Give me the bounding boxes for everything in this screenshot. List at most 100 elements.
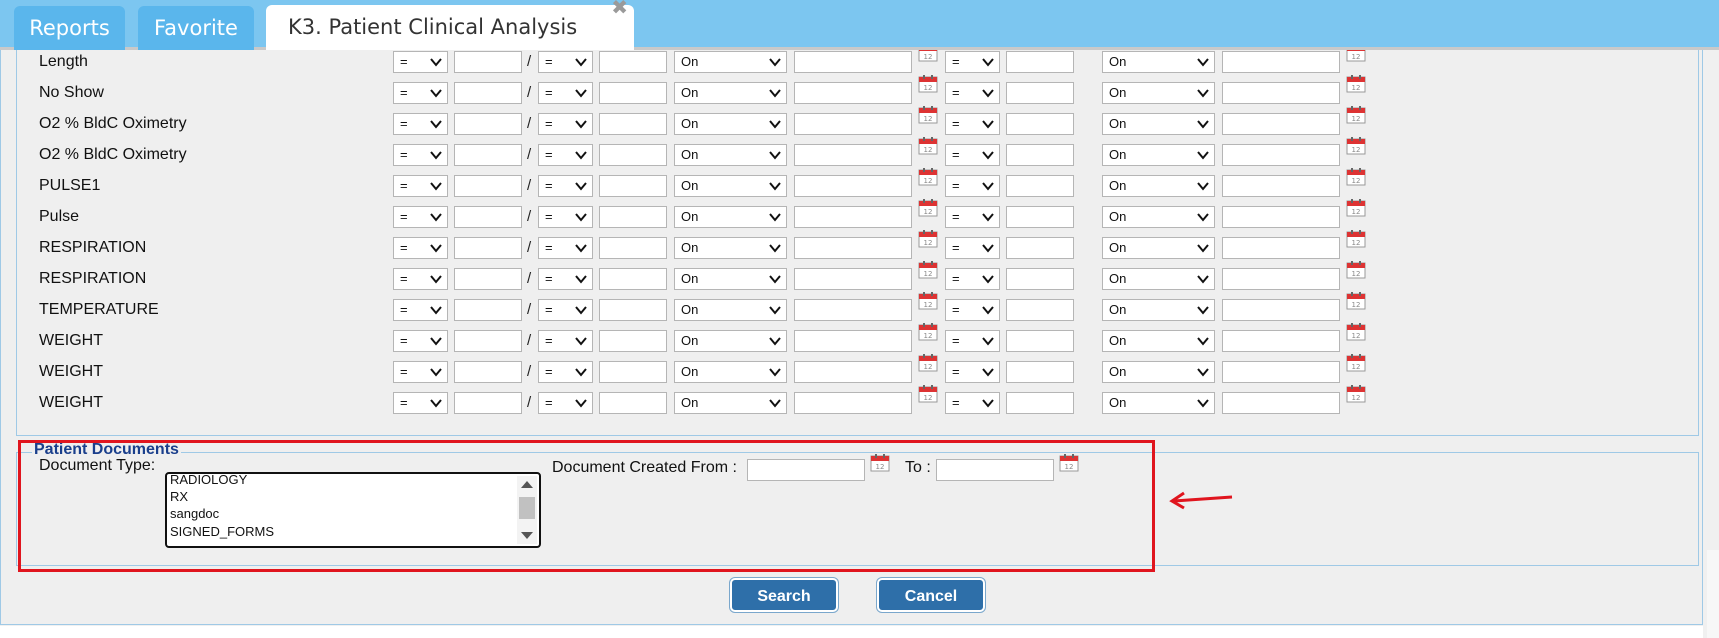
third-value-input[interactable] [1006, 361, 1074, 383]
third-operator-select[interactable]: = [945, 113, 1000, 135]
calendar-icon[interactable]: 12 [1346, 50, 1366, 62]
value-input[interactable] [454, 144, 522, 166]
third-value-input[interactable] [1006, 82, 1074, 104]
third-value-input[interactable] [1006, 237, 1074, 259]
date-input[interactable] [794, 361, 912, 383]
calendar-icon[interactable]: 12 [918, 385, 938, 403]
second-operator-select[interactable]: = [538, 237, 593, 259]
third-operator-select[interactable]: = [945, 361, 1000, 383]
third-operator-select[interactable]: = [945, 206, 1000, 228]
date-input[interactable] [794, 299, 912, 321]
third-value-input[interactable] [1006, 268, 1074, 290]
second-operator-select[interactable]: = [538, 175, 593, 197]
search-button[interactable]: Search [730, 578, 838, 612]
second-value-input[interactable] [599, 299, 667, 321]
third-operator-select[interactable]: = [945, 51, 1000, 73]
value-input[interactable] [454, 206, 522, 228]
second-date-input[interactable] [1222, 237, 1340, 259]
third-value-input[interactable] [1006, 392, 1074, 414]
date-input[interactable] [794, 330, 912, 352]
second-date-input[interactable] [1222, 330, 1340, 352]
second-date-mode-select[interactable]: On [1102, 268, 1215, 290]
second-date-input[interactable] [1222, 113, 1340, 135]
value-operator-select[interactable]: = [393, 175, 448, 197]
third-value-input[interactable] [1006, 113, 1074, 135]
second-date-mode-select[interactable]: On [1102, 175, 1215, 197]
value-operator-select[interactable]: = [393, 330, 448, 352]
calendar-icon[interactable]: 12 [1346, 75, 1366, 93]
value-operator-select[interactable]: = [393, 268, 448, 290]
date-mode-select[interactable]: On [674, 361, 787, 383]
calendar-icon[interactable]: 12 [1346, 199, 1366, 217]
second-operator-select[interactable]: = [538, 51, 593, 73]
date-input[interactable] [794, 113, 912, 135]
third-value-input[interactable] [1006, 299, 1074, 321]
second-date-input[interactable] [1222, 144, 1340, 166]
second-operator-select[interactable]: = [538, 361, 593, 383]
date-mode-select[interactable]: On [674, 175, 787, 197]
tab-favorite[interactable]: Favorite [138, 6, 254, 50]
date-input[interactable] [794, 82, 912, 104]
calendar-icon[interactable]: 12 [918, 292, 938, 310]
date-mode-select[interactable]: On [674, 82, 787, 104]
date-mode-select[interactable]: On [674, 299, 787, 321]
date-mode-select[interactable]: On [674, 268, 787, 290]
second-date-input[interactable] [1222, 268, 1340, 290]
second-date-mode-select[interactable]: On [1102, 82, 1215, 104]
date-input[interactable] [794, 51, 912, 73]
second-value-input[interactable] [599, 113, 667, 135]
value-input[interactable] [454, 82, 522, 104]
value-operator-select[interactable]: = [393, 392, 448, 414]
calendar-icon[interactable]: 12 [1346, 261, 1366, 279]
second-date-input[interactable] [1222, 206, 1340, 228]
calendar-icon[interactable]: 12 [918, 199, 938, 217]
calendar-icon[interactable]: 12 [1346, 168, 1366, 186]
calendar-icon[interactable]: 12 [1346, 292, 1366, 310]
date-mode-select[interactable]: On [674, 392, 787, 414]
second-date-input[interactable] [1222, 51, 1340, 73]
value-input[interactable] [454, 113, 522, 135]
value-input[interactable] [454, 175, 522, 197]
second-value-input[interactable] [599, 144, 667, 166]
value-input[interactable] [454, 299, 522, 321]
third-value-input[interactable] [1006, 175, 1074, 197]
value-input[interactable] [454, 361, 522, 383]
date-input[interactable] [794, 206, 912, 228]
second-value-input[interactable] [599, 51, 667, 73]
value-operator-select[interactable]: = [393, 113, 448, 135]
calendar-icon[interactable]: 12 [918, 261, 938, 279]
second-value-input[interactable] [599, 206, 667, 228]
second-date-mode-select[interactable]: On [1102, 330, 1215, 352]
calendar-icon[interactable]: 12 [918, 50, 938, 62]
second-operator-select[interactable]: = [538, 268, 593, 290]
second-operator-select[interactable]: = [538, 299, 593, 321]
second-operator-select[interactable]: = [538, 144, 593, 166]
second-operator-select[interactable]: = [538, 113, 593, 135]
calendar-icon[interactable]: 12 [1346, 106, 1366, 124]
date-mode-select[interactable]: On [674, 144, 787, 166]
second-date-mode-select[interactable]: On [1102, 144, 1215, 166]
calendar-icon[interactable]: 12 [918, 168, 938, 186]
third-operator-select[interactable]: = [945, 268, 1000, 290]
calendar-icon[interactable]: 12 [918, 354, 938, 372]
second-date-input[interactable] [1222, 175, 1340, 197]
date-mode-select[interactable]: On [674, 237, 787, 259]
calendar-icon[interactable]: 12 [1346, 323, 1366, 341]
value-operator-select[interactable]: = [393, 82, 448, 104]
value-input[interactable] [454, 392, 522, 414]
second-operator-select[interactable]: = [538, 330, 593, 352]
second-operator-select[interactable]: = [538, 392, 593, 414]
second-value-input[interactable] [599, 330, 667, 352]
second-date-mode-select[interactable]: On [1102, 51, 1215, 73]
second-date-input[interactable] [1222, 361, 1340, 383]
calendar-icon[interactable]: 12 [1346, 354, 1366, 372]
second-value-input[interactable] [599, 361, 667, 383]
second-value-input[interactable] [599, 175, 667, 197]
date-mode-select[interactable]: On [674, 51, 787, 73]
value-operator-select[interactable]: = [393, 51, 448, 73]
third-operator-select[interactable]: = [945, 237, 1000, 259]
date-mode-select[interactable]: On [674, 206, 787, 228]
second-value-input[interactable] [599, 237, 667, 259]
second-operator-select[interactable]: = [538, 82, 593, 104]
second-date-mode-select[interactable]: On [1102, 237, 1215, 259]
